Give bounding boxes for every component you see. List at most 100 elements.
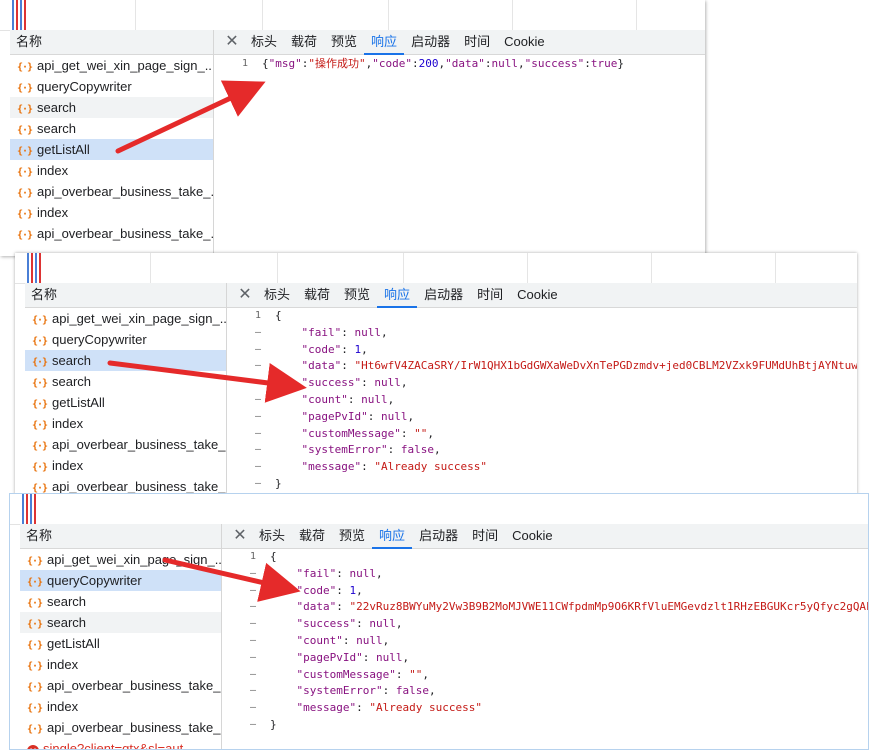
- name-column-header[interactable]: 名称: [25, 283, 226, 308]
- request-row[interactable]: {·} api_overbear_business_take_...: [25, 434, 226, 455]
- request-row[interactable]: {·} api_get_wei_xin_page_sign_...: [25, 308, 226, 329]
- request-row[interactable]: {·} api_overbear_business_take_...: [20, 717, 221, 738]
- request-row[interactable]: {·} index: [25, 455, 226, 476]
- line-number: –: [254, 477, 261, 489]
- request-row[interactable]: {·} index: [25, 413, 226, 434]
- request-label: search: [52, 353, 92, 368]
- code-line: 1{: [227, 308, 857, 325]
- request-label: api_overbear_business_take_...: [37, 184, 213, 199]
- request-row[interactable]: {·} getListAll: [25, 392, 226, 413]
- tab-3[interactable]: 响应: [364, 30, 405, 55]
- request-row[interactable]: {·} index: [10, 202, 213, 223]
- tab-6[interactable]: Cookie: [497, 30, 551, 53]
- devtools-network-panel-2: 名称 {·} api_get_wei_xin_page_sign_... {·} qu…: [15, 253, 857, 497]
- tab-4[interactable]: 启动器: [404, 30, 457, 53]
- request-row[interactable]: {·} api_get_wei_xin_page_sign_...: [10, 55, 213, 76]
- line-number: –: [254, 326, 261, 338]
- request-label: index: [47, 657, 79, 672]
- xhr-braces-icon: {·}: [17, 62, 33, 73]
- request-row[interactable]: {·} index: [20, 696, 221, 717]
- line-number: –: [254, 410, 261, 422]
- request-name-column: 名称 {·} api_get_wei_xin_page_sign_... {·} qu…: [20, 524, 222, 749]
- error-icon: ✕: [27, 745, 39, 749]
- close-icon[interactable]: ✕: [228, 524, 252, 548]
- tab-5[interactable]: 时间: [465, 524, 505, 547]
- request-row[interactable]: {·} api_overbear_business_take_...: [10, 223, 213, 244]
- request-row[interactable]: {·} index: [20, 654, 221, 675]
- xhr-braces-icon: {·}: [17, 188, 33, 199]
- request-row[interactable]: {·} queryCopywriter: [10, 76, 213, 97]
- request-row[interactable]: {·} api_overbear_business_take_...: [10, 181, 213, 202]
- network-timeline[interactable]: [15, 253, 857, 284]
- xhr-braces-icon: {·}: [32, 441, 48, 452]
- code-line: – "message": "Already success": [227, 459, 857, 476]
- detail-tabs: ✕ 标头 载荷 预览 响应 启动器 时间 Cookie: [222, 524, 868, 549]
- tab-0[interactable]: 标头: [244, 30, 284, 53]
- request-row[interactable]: {·} getListAll: [10, 139, 213, 160]
- code-line: – "fail": null,: [227, 325, 857, 342]
- tab-5[interactable]: 时间: [457, 30, 497, 53]
- code-line: – "customMessage": "",: [227, 426, 857, 443]
- xhr-braces-icon: {·}: [32, 357, 48, 368]
- tab-1[interactable]: 载荷: [292, 524, 332, 547]
- request-row[interactable]: ✕single?client=gtx&sl=aut...: [20, 738, 221, 749]
- code-line: – "count": null,: [222, 633, 868, 650]
- response-viewer[interactable]: 1{– "fail": null, – "code": 1, – "data": "…: [227, 308, 857, 497]
- tab-2[interactable]: 预览: [324, 30, 364, 53]
- xhr-braces-icon: {·}: [27, 703, 43, 714]
- tab-6[interactable]: Cookie: [510, 283, 564, 306]
- request-label: api_overbear_business_take_...: [52, 479, 226, 494]
- network-timeline[interactable]: [10, 494, 868, 525]
- request-row[interactable]: {·} api_get_wei_xin_page_sign_...: [20, 549, 221, 570]
- request-row[interactable]: {·} search: [10, 97, 213, 118]
- request-row[interactable]: {·} getListAll: [20, 633, 221, 654]
- close-icon[interactable]: ✕: [220, 30, 244, 54]
- request-row[interactable]: {·} search: [10, 118, 213, 139]
- tab-2[interactable]: 预览: [332, 524, 372, 547]
- xhr-braces-icon: {·}: [27, 724, 43, 735]
- request-row[interactable]: {·} search: [20, 612, 221, 633]
- tab-0[interactable]: 标头: [257, 283, 297, 306]
- tab-4[interactable]: 启动器: [417, 283, 470, 306]
- tab-2[interactable]: 预览: [337, 283, 377, 306]
- code-line: – "systemError": false,: [227, 442, 857, 459]
- line-number: –: [249, 718, 256, 730]
- code-text: "pagePvId": null,: [301, 409, 415, 423]
- timeline-markers: [22, 494, 42, 524]
- response-viewer[interactable]: 1{– "fail": null, – "code": 1, – "data": "…: [222, 549, 868, 749]
- request-row[interactable]: {·} index: [10, 160, 213, 181]
- xhr-braces-icon: {·}: [17, 125, 33, 136]
- code-line: – "code": 1,: [222, 583, 868, 600]
- tab-3[interactable]: 响应: [377, 283, 418, 308]
- code-text: "customMessage": "",: [301, 426, 434, 440]
- tab-1[interactable]: 载荷: [284, 30, 324, 53]
- close-icon[interactable]: ✕: [233, 283, 257, 307]
- tab-3[interactable]: 响应: [372, 524, 413, 549]
- code-text: "pagePvId": null,: [296, 650, 410, 664]
- request-label: queryCopywriter: [37, 79, 132, 94]
- devtools-network-panel-3: 名称 {·} api_get_wei_xin_page_sign_... {·} qu…: [9, 493, 869, 750]
- response-viewer[interactable]: 1 {"msg":"操作成功","code":200,"data":null,"s…: [214, 55, 705, 256]
- request-row[interactable]: {·} search: [25, 350, 226, 371]
- request-label: api_overbear_business_take_...: [47, 720, 221, 735]
- xhr-braces-icon: {·}: [27, 640, 43, 651]
- tab-0[interactable]: 标头: [252, 524, 292, 547]
- line-number: –: [254, 393, 261, 405]
- request-row[interactable]: {·} queryCopywriter: [25, 329, 226, 350]
- line-number: –: [249, 651, 256, 663]
- xhr-braces-icon: {·}: [17, 104, 33, 115]
- code-line: – "customMessage": "",: [222, 667, 868, 684]
- code-text: "systemError": false,: [296, 684, 436, 698]
- request-row[interactable]: {·} api_overbear_business_take_...: [20, 675, 221, 696]
- tab-5[interactable]: 时间: [470, 283, 510, 306]
- line-number: –: [249, 567, 256, 579]
- request-row[interactable]: {·} search: [25, 371, 226, 392]
- name-column-header[interactable]: 名称: [20, 524, 221, 549]
- tab-1[interactable]: 载荷: [297, 283, 337, 306]
- request-row[interactable]: {·} search: [20, 591, 221, 612]
- tab-4[interactable]: 启动器: [412, 524, 465, 547]
- name-column-header[interactable]: 名称: [10, 30, 213, 55]
- request-row[interactable]: {·} queryCopywriter: [20, 570, 221, 591]
- network-timeline[interactable]: [0, 0, 705, 31]
- tab-6[interactable]: Cookie: [505, 524, 559, 547]
